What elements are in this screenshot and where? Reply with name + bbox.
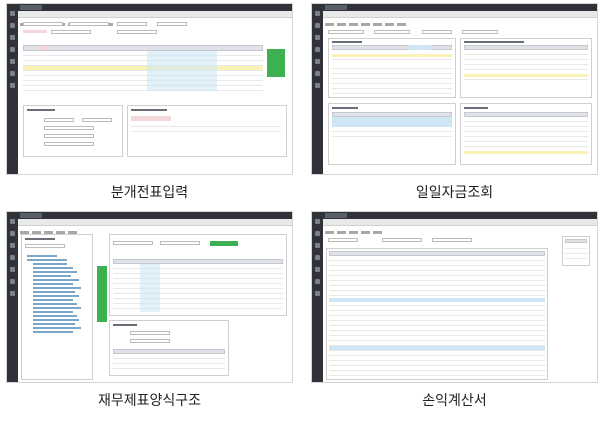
structure-grid-panel [109,234,287,316]
filter-field[interactable] [157,22,187,26]
screenshot-income-statement [311,211,598,383]
account-column [147,51,217,91]
toolbar [323,11,597,26]
window-title-bar [323,212,597,219]
filter-field[interactable] [374,30,410,34]
formula-panel [109,320,229,376]
balance-panel [460,103,592,165]
window-title-bar [18,212,292,219]
side-dropdown-panel[interactable] [562,236,590,266]
filter-field[interactable] [69,22,109,26]
filter-field[interactable] [462,30,498,34]
account-panel [328,103,456,165]
income-statement-rows[interactable] [329,256,545,376]
caption-financial-statement-structure: 재무제표양식구조 [97,393,202,409]
toolbar [18,11,292,26]
left-nav-rail [312,212,323,382]
filter-field[interactable] [23,22,63,26]
voucher-grid-rows[interactable] [23,51,263,91]
window-title-bar [323,4,597,11]
sub-grid-panel [127,105,287,157]
account-tree[interactable] [27,255,87,375]
caption-income-statement: 손익계산서 [422,393,487,409]
screenshot-daily-fund-inquiry [311,3,598,175]
fund-summary-panel [328,38,456,98]
level-indicator-column [97,266,107,322]
structure-tree-panel [21,234,93,380]
screenshot-financial-statement-structure [6,211,293,383]
action-button-stack[interactable] [267,49,285,77]
left-nav-rail [7,4,18,174]
filter-field[interactable] [328,30,364,34]
left-nav-rail [7,212,18,382]
toolbar [18,219,292,234]
filter-field[interactable] [328,238,358,242]
caption-split-voucher-entry: 분개전표입력 [110,185,189,201]
income-statement-grid [326,248,548,380]
filter-field[interactable] [422,30,452,34]
screenshot-split-voucher-entry [6,3,293,175]
filter-field[interactable] [382,238,422,242]
fund-detail-panel [460,38,592,98]
caption-daily-fund-inquiry: 일일자금조회 [415,185,494,201]
filter-field[interactable] [432,238,472,242]
toolbar [323,219,597,234]
detail-panel [23,105,123,157]
date-field[interactable] [51,30,91,34]
selected-row[interactable] [23,66,263,70]
filter-field[interactable] [117,22,147,26]
dept-field[interactable] [117,30,157,34]
left-nav-rail [312,4,323,174]
grid-header-highlight [37,46,49,50]
window-title-bar [18,4,292,11]
required-label [23,30,47,33]
